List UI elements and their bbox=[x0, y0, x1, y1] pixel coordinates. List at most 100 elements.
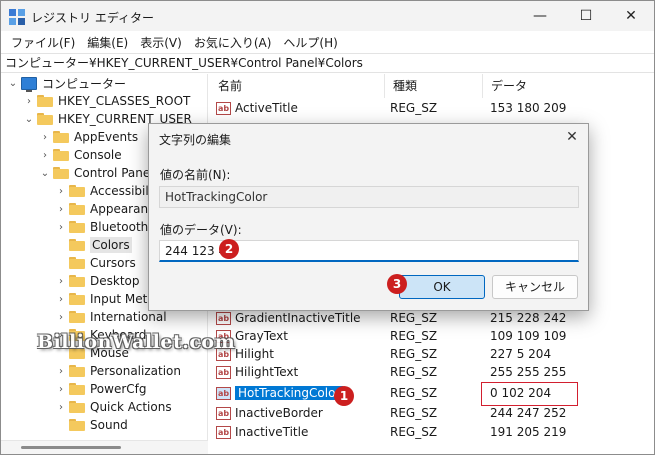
chevron-right-icon[interactable]: › bbox=[39, 146, 51, 164]
chevron-right-icon[interactable]: › bbox=[55, 362, 67, 380]
value-name: GrayText bbox=[235, 329, 288, 343]
folder-icon bbox=[69, 257, 85, 269]
list-row[interactable]: ab InactiveTitle REG_SZ 191 205 219 bbox=[210, 423, 654, 441]
chevron-down-icon[interactable]: ⌄ bbox=[23, 110, 35, 128]
step-badge-2: 2 bbox=[219, 239, 239, 259]
tree-item-input-method[interactable]: › Input Meth bbox=[55, 290, 155, 308]
folder-icon bbox=[69, 221, 85, 233]
menu-favorites[interactable]: お気に入り(A) bbox=[188, 34, 278, 51]
ok-button[interactable]: OK bbox=[399, 275, 485, 299]
column-header-type[interactable]: 種類 bbox=[385, 74, 483, 98]
chevron-right-icon[interactable]: › bbox=[55, 398, 67, 416]
registry-editor-window: レジストリ エディター — ☐ ✕ ファイル(F) 編集(E) 表示(V) お気… bbox=[0, 0, 655, 455]
list-row[interactable]: ab Hilight REG_SZ 227 5 204 bbox=[210, 345, 654, 363]
tree-item-classes-root[interactable]: › HKEY_CLASSES_ROOT bbox=[23, 92, 190, 110]
tree-item-accessibility[interactable]: › Accessibili bbox=[55, 182, 152, 200]
tree-horizontal-scrollbar[interactable] bbox=[1, 440, 208, 454]
list-row-selected[interactable]: ab HotTrackingColor REG_SZ 0 102 204 bbox=[210, 382, 654, 406]
list-row[interactable]: ab GrayText REG_SZ 109 109 109 bbox=[210, 327, 654, 345]
tree-item-app-events[interactable]: › AppEvents bbox=[39, 128, 138, 146]
folder-icon bbox=[53, 149, 69, 161]
tree-label: Personalization bbox=[90, 364, 181, 378]
tree-item-cursors[interactable]: Cursors bbox=[55, 254, 136, 272]
chevron-right-icon[interactable]: › bbox=[55, 308, 67, 326]
folder-icon bbox=[53, 131, 69, 143]
column-header-data[interactable]: データ bbox=[483, 74, 654, 98]
folder-icon bbox=[69, 365, 85, 377]
chevron-right-icon[interactable]: › bbox=[23, 92, 35, 110]
value-type: REG_SZ bbox=[390, 329, 438, 343]
value-type: REG_SZ bbox=[390, 311, 438, 325]
value-type: REG_SZ bbox=[390, 386, 438, 400]
value-name: ActiveTitle bbox=[235, 101, 298, 115]
folder-icon bbox=[69, 239, 85, 251]
watermark-text: BillionWallet.com bbox=[37, 331, 236, 353]
menu-file[interactable]: ファイル(F) bbox=[5, 34, 81, 51]
scrollbar-thumb[interactable] bbox=[21, 446, 121, 449]
value-name-field: HotTrackingColor bbox=[159, 186, 579, 208]
value-name: Hilight bbox=[235, 347, 274, 361]
tree-label: Quick Actions bbox=[90, 400, 172, 414]
chevron-down-icon[interactable]: ⌄ bbox=[39, 164, 51, 182]
minimize-button[interactable]: — bbox=[517, 1, 563, 31]
tree-item-bluetooth[interactable]: › Bluetooth bbox=[55, 218, 148, 236]
tree-item-sound[interactable]: Sound bbox=[55, 416, 128, 434]
value-type: REG_SZ bbox=[390, 365, 438, 379]
value-data: 255 255 255 bbox=[490, 365, 567, 379]
chevron-right-icon[interactable]: › bbox=[55, 380, 67, 398]
value-data: 244 247 252 bbox=[490, 406, 567, 420]
chevron-right-icon[interactable]: › bbox=[39, 128, 51, 146]
edit-string-dialog: 文字列の編集 ✕ 値の名前(N): HotTrackingColor 値のデータ… bbox=[148, 123, 589, 311]
menu-edit[interactable]: 編集(E) bbox=[81, 34, 134, 51]
value-name: InactiveBorder bbox=[235, 406, 323, 420]
close-button[interactable]: ✕ bbox=[608, 1, 654, 31]
chevron-down-icon[interactable]: ⌄ bbox=[7, 74, 19, 92]
list-row[interactable]: ab ActiveTitle REG_SZ 153 180 209 bbox=[210, 99, 654, 117]
column-header-name[interactable]: 名前 bbox=[210, 74, 385, 98]
tree-label: AppEvents bbox=[74, 130, 139, 144]
value-name-label: 値の名前(N): bbox=[160, 168, 231, 182]
tree-item-computer[interactable]: ⌄ コンピューター bbox=[7, 74, 126, 92]
list-row[interactable]: ab GradientInactiveTitle REG_SZ 215 228 2… bbox=[210, 309, 654, 327]
chevron-right-icon[interactable]: › bbox=[55, 200, 67, 218]
string-value-icon: ab bbox=[216, 311, 231, 325]
menu-bar: ファイル(F) 編集(E) 表示(V) お気に入り(A) ヘルプ(H) bbox=[1, 31, 654, 53]
tree-item-quick-actions[interactable]: › Quick Actions bbox=[55, 398, 172, 416]
folder-icon bbox=[69, 311, 85, 323]
list-row[interactable]: ab InactiveBorder REG_SZ 244 247 252 bbox=[210, 404, 654, 422]
folder-icon bbox=[69, 419, 85, 431]
tree-item-console[interactable]: › Console bbox=[39, 146, 122, 164]
title-bar[interactable]: レジストリ エディター — ☐ ✕ bbox=[1, 1, 654, 31]
dialog-close-button[interactable]: ✕ bbox=[559, 127, 585, 147]
tree-label: Console bbox=[74, 148, 122, 162]
tree-item-appearance[interactable]: › Appearanc bbox=[55, 200, 155, 218]
menu-help[interactable]: ヘルプ(H) bbox=[277, 34, 343, 51]
computer-icon bbox=[21, 76, 37, 92]
tree-item-desktop[interactable]: › Desktop bbox=[55, 272, 140, 290]
dialog-title: 文字列の編集 bbox=[159, 133, 232, 147]
tree-item-control-panel[interactable]: ⌄ Control Panel bbox=[39, 164, 154, 182]
value-data: 215 228 242 bbox=[490, 311, 567, 325]
folder-icon bbox=[69, 185, 85, 197]
maximize-button[interactable]: ☐ bbox=[563, 1, 609, 31]
value-name: GradientInactiveTitle bbox=[235, 311, 361, 325]
folder-icon bbox=[69, 401, 85, 413]
cancel-button[interactable]: キャンセル bbox=[492, 275, 578, 299]
chevron-right-icon[interactable]: › bbox=[55, 182, 67, 200]
list-row[interactable]: ab HilightText REG_SZ 255 255 255 bbox=[210, 363, 654, 381]
tree-item-powercfg[interactable]: › PowerCfg bbox=[55, 380, 147, 398]
tree-label: Cursors bbox=[90, 256, 136, 270]
chevron-right-icon[interactable]: › bbox=[55, 272, 67, 290]
chevron-right-icon[interactable]: › bbox=[55, 290, 67, 308]
tree-item-personalization[interactable]: › Personalization bbox=[55, 362, 181, 380]
tree-item-colors[interactable]: Colors bbox=[55, 236, 132, 254]
menu-view[interactable]: 表示(V) bbox=[134, 34, 188, 51]
folder-icon bbox=[53, 167, 69, 179]
folder-icon bbox=[69, 275, 85, 287]
step-badge-3: 3 bbox=[387, 274, 407, 294]
value-data: 227 5 204 bbox=[490, 347, 552, 361]
tree-label: Sound bbox=[90, 418, 128, 432]
chevron-right-icon[interactable]: › bbox=[55, 218, 67, 236]
address-bar[interactable]: コンピューター¥HKEY_CURRENT_USER¥Control Panel¥… bbox=[1, 53, 654, 73]
folder-icon bbox=[37, 113, 53, 125]
